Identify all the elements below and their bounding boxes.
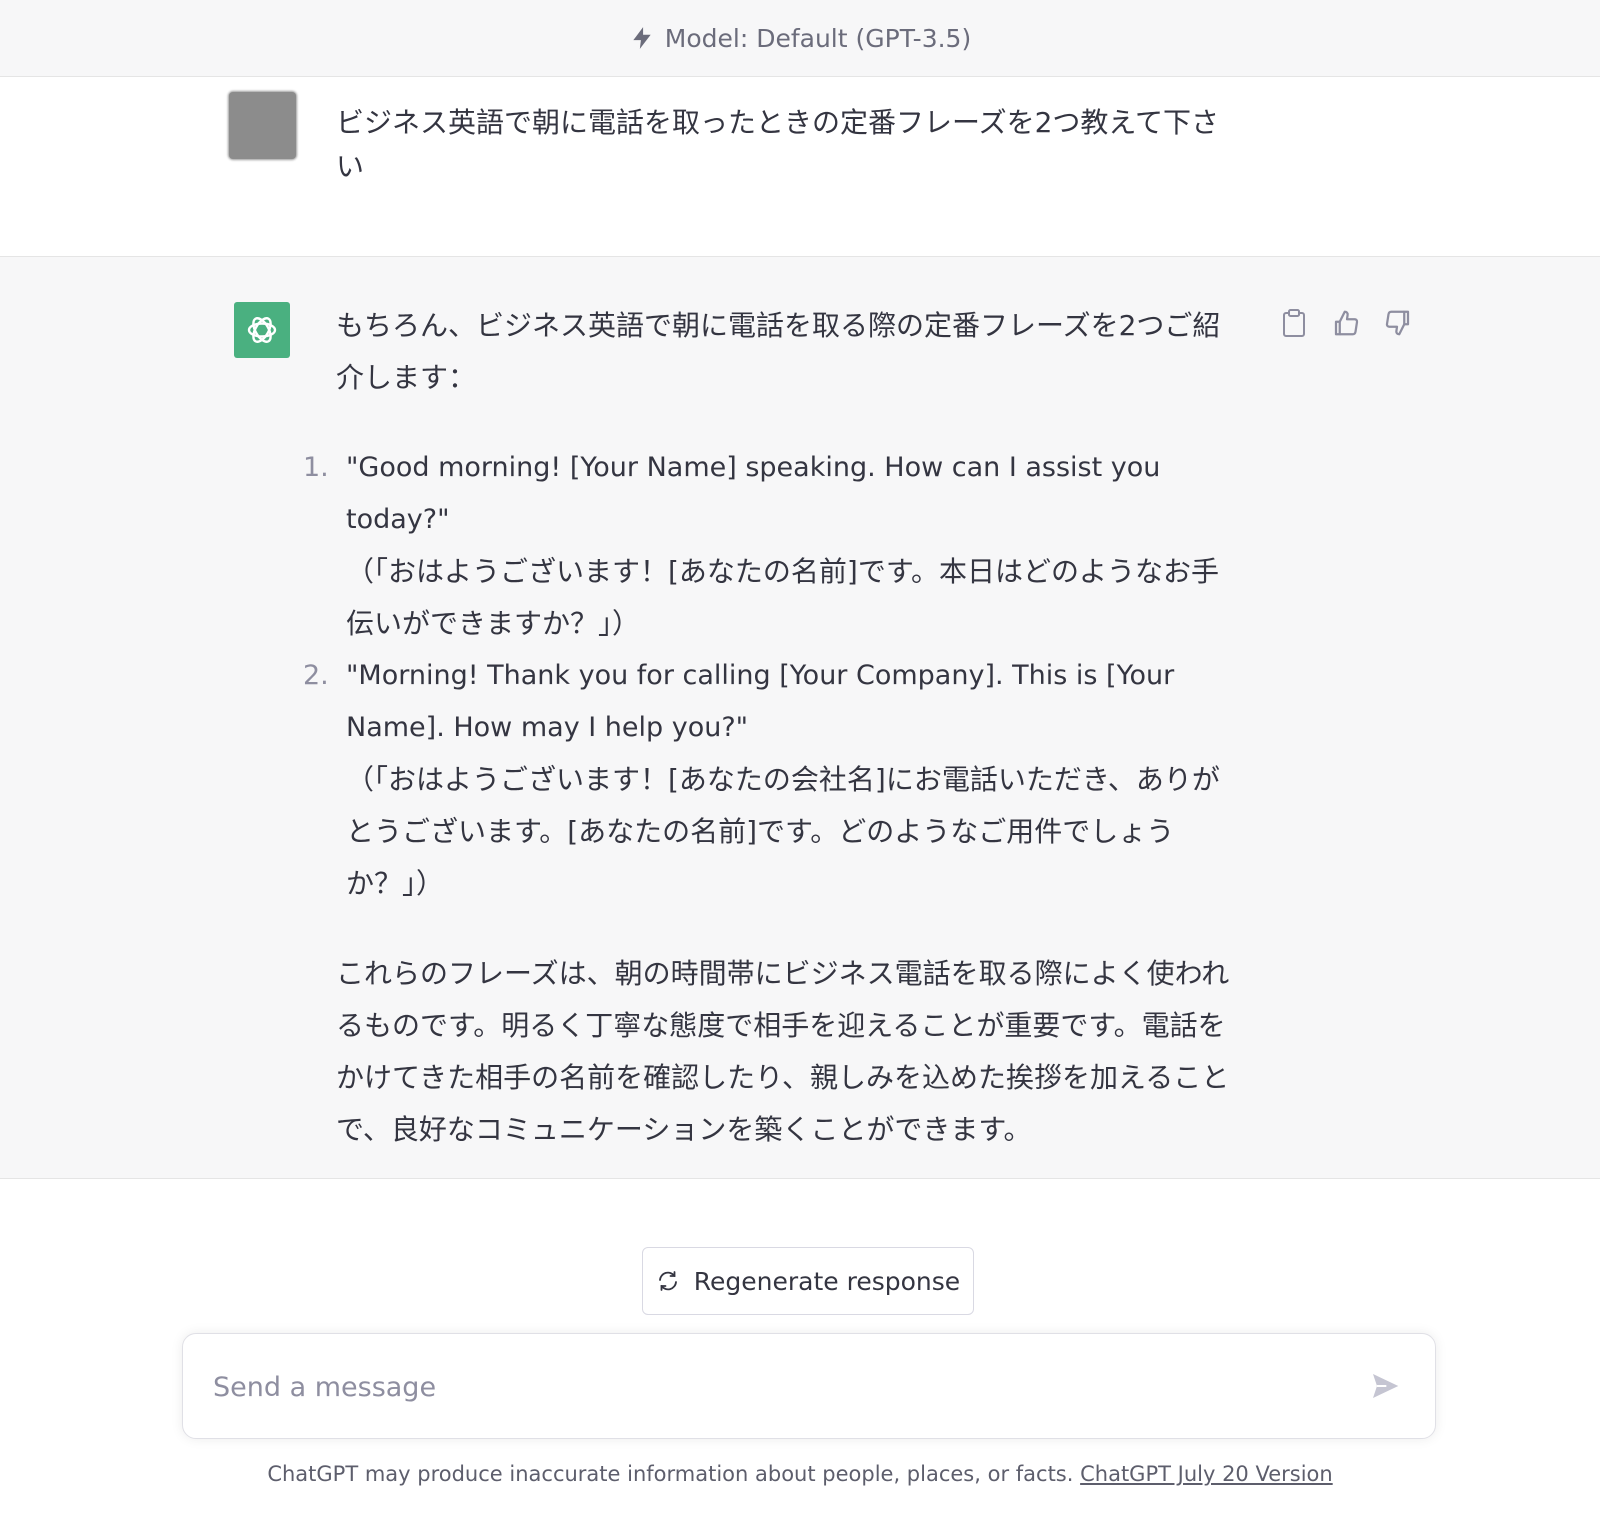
- lightning-bolt-icon: [629, 24, 655, 52]
- version-link[interactable]: ChatGPT July 20 Version: [1080, 1462, 1333, 1486]
- thumbs-up-icon[interactable]: [1330, 307, 1362, 339]
- english-phrase: "Good morning! [Your Name] speaking. How…: [346, 452, 1161, 535]
- assistant-closing: これらのフレーズは、朝の時間帯にビジネス電話を取る際によく使われるものです。明る…: [336, 957, 1230, 1146]
- user-message-block: ビジネス英語で朝に電話を取ったときの定番フレーズを2つ教えて下さい: [0, 77, 1600, 257]
- list-item: 2. "Morning! Thank you for calling [Your…: [303, 650, 1246, 910]
- assistant-message-content: もちろん、ビジネス英語で朝に電話を取る際の定番フレーズを2つご紹介します： 1.…: [303, 300, 1246, 1156]
- model-header: Model: Default (GPT-3.5): [0, 0, 1600, 77]
- english-phrase: "Morning! Thank you for calling [Your Co…: [346, 660, 1175, 743]
- list-item: 1. "Good morning! [Your Name] speaking. …: [303, 442, 1246, 650]
- assistant-message-block: もちろん、ビジネス英語で朝に電話を取る際の定番フレーズを2つご紹介します： 1.…: [0, 257, 1600, 1179]
- refresh-icon: [656, 1269, 680, 1293]
- thumbs-down-icon[interactable]: [1382, 307, 1414, 339]
- japanese-translation: （「おはようございます！[あなたの会社名]にお電話いただき、ありがとうございます…: [346, 763, 1220, 900]
- clipboard-icon[interactable]: [1278, 307, 1310, 339]
- list-number: 1.: [303, 452, 329, 483]
- send-icon[interactable]: [1367, 1368, 1403, 1404]
- regenerate-response-button[interactable]: Regenerate response: [642, 1247, 974, 1315]
- japanese-translation: （「おはようございます！[あなたの名前]です。本日はどのようなお手伝いができます…: [346, 555, 1220, 640]
- user-message-text: ビジネス英語で朝に電話を取ったときの定番フレーズを2つ教えて下さい: [336, 106, 1220, 183]
- message-actions: [1278, 307, 1414, 339]
- assistant-intro: もちろん、ビジネス英語で朝に電話を取る際の定番フレーズを2つご紹介します：: [336, 309, 1221, 394]
- footer-disclaimer: ChatGPT may produce inaccurate informati…: [0, 1462, 1600, 1486]
- message-composer: [182, 1333, 1436, 1439]
- user-avatar: [229, 92, 296, 159]
- model-label: Model: Default (GPT-3.5): [664, 23, 972, 53]
- regenerate-label: Regenerate response: [693, 1266, 961, 1296]
- message-input[interactable]: [211, 1360, 1315, 1414]
- disclaimer-text: ChatGPT may produce inaccurate informati…: [267, 1462, 1074, 1486]
- chatgpt-logo-icon: [234, 302, 290, 358]
- phrase-list: 1. "Good morning! [Your Name] speaking. …: [303, 442, 1246, 910]
- list-number: 2.: [303, 660, 329, 691]
